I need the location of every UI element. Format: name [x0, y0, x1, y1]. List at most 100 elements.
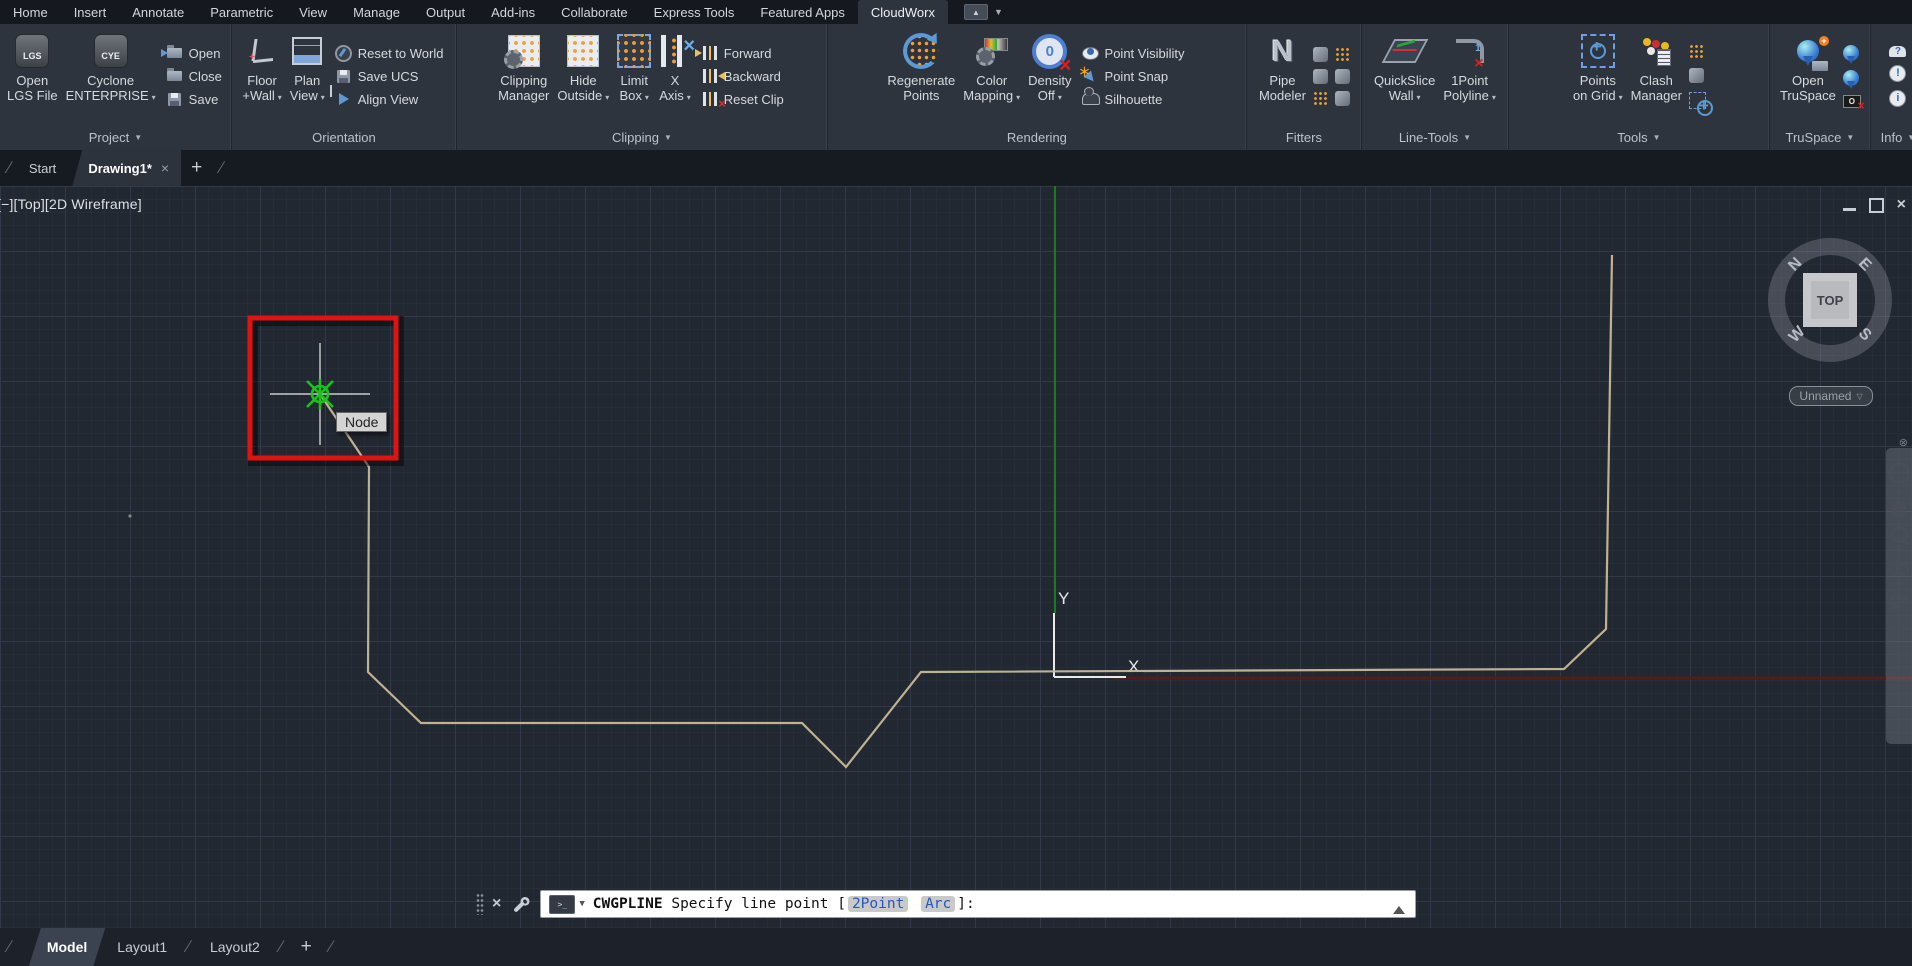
command-option-2point[interactable]: 2Point	[848, 896, 908, 912]
help-icon[interactable]: ?	[1889, 46, 1906, 57]
fitter-pipe-junction-icon[interactable]	[1313, 69, 1328, 84]
navigation-bar[interactable]: ⊗ ⊖	[1886, 448, 1912, 744]
file-tab-drawing1[interactable]: Drawing1* ×	[72, 150, 181, 186]
command-input[interactable]: >_ ▼ CWGPLINE Specify line point [2Point…	[540, 890, 1416, 918]
ribbon-collapse-control[interactable]: ▲ ▼	[964, 0, 1003, 24]
zoom-extents-icon[interactable]	[1891, 526, 1908, 543]
viewcube-top-face[interactable]: TOP	[1803, 273, 1857, 327]
tab-parametric[interactable]: Parametric	[197, 0, 286, 24]
about-icon[interactable]: i	[1889, 90, 1906, 107]
new-drawing-button[interactable]: +	[181, 150, 212, 186]
silhouette-button[interactable]: Silhouette	[1079, 90, 1188, 108]
floor-wall-button[interactable]: + Floor +Wall▾	[239, 27, 284, 125]
chevron-down-icon[interactable]: ▾	[321, 93, 325, 102]
chevron-down-icon[interactable]: ▾	[687, 93, 691, 102]
tools-plane-points-icon[interactable]	[1689, 44, 1704, 59]
color-mapping-button[interactable]: Color Mapping▾	[960, 27, 1023, 125]
point-snap-button[interactable]: Point Snap	[1079, 67, 1188, 85]
project-open-button[interactable]: Open	[163, 44, 225, 62]
quickslice-wall-button[interactable]: QuickSlice Wall▾	[1371, 27, 1438, 125]
chevron-down-icon[interactable]: ▾	[278, 93, 282, 102]
chevron-down-icon[interactable]: ▾	[152, 93, 156, 102]
save-ucs-button[interactable]: Save UCS	[332, 67, 447, 85]
panel-label-tools[interactable]: Tools▼	[1509, 125, 1769, 150]
tools-lighting-icon[interactable]	[1689, 68, 1704, 83]
tab-featured-apps[interactable]: Featured Apps	[747, 0, 858, 24]
density-off-button[interactable]: 0 Density Off▾	[1025, 27, 1074, 125]
clip-backward-button[interactable]: Backward	[698, 67, 787, 85]
tab-cloudworx[interactable]: CloudWorx	[858, 0, 948, 24]
tab-layout1[interactable]: Layout1	[105, 928, 179, 966]
steering-wheel-icon[interactable]	[1888, 462, 1910, 484]
close-command-line-icon[interactable]: ×	[492, 895, 501, 913]
chevron-down-icon[interactable]: ▾	[605, 93, 609, 102]
tab-view[interactable]: View	[286, 0, 340, 24]
clash-manager-button[interactable]: Clash Manager	[1628, 27, 1685, 125]
navbar-close-icon[interactable]: ⊗	[1899, 436, 1908, 449]
close-tab-icon[interactable]: ×	[161, 160, 169, 176]
chevron-down-icon[interactable]: ▾	[1619, 93, 1623, 102]
tab-output[interactable]: Output	[413, 0, 478, 24]
limit-box-button[interactable]: Limit Box▾	[614, 27, 654, 125]
drawing-canvas[interactable]: [−][Top][2D Wireframe] × Y X	[0, 186, 1912, 928]
fitter-cylinder-icon[interactable]	[1313, 47, 1328, 62]
tab-manage[interactable]: Manage	[340, 0, 413, 24]
reset-clip-button[interactable]: Reset Clip	[698, 90, 787, 108]
cyclone-enterprise-button[interactable]: CYE Cyclone ENTERPRISE▾	[63, 27, 159, 125]
tab-annotate[interactable]: Annotate	[119, 0, 197, 24]
file-tab-start[interactable]: Start	[19, 150, 66, 186]
chevron-down-icon[interactable]	[1895, 549, 1903, 558]
chevron-down-icon[interactable]: ▾	[1058, 93, 1062, 102]
points-on-grid-button[interactable]: Points on Grid▾	[1570, 27, 1626, 125]
navbar-collapse-icon[interactable]: ⊖	[1894, 621, 1905, 637]
pan-hand-icon[interactable]	[1892, 505, 1906, 517]
plan-view-button[interactable]: Plan View▾	[287, 27, 328, 125]
chevron-down-icon[interactable]: ▾	[1417, 93, 1421, 102]
chevron-down-icon[interactable]: ▾	[1016, 93, 1020, 102]
fitter-steel-icon[interactable]	[1335, 69, 1350, 84]
recent-commands-icon[interactable]: ▼	[579, 899, 584, 909]
tab-model[interactable]: Model	[29, 928, 105, 966]
panel-label-project[interactable]: Project▼	[0, 125, 231, 150]
hide-outside-button[interactable]: Hide Outside▾	[554, 27, 612, 125]
truspace-camera-off-icon[interactable]: O	[1843, 95, 1861, 108]
new-layout-button[interactable]: +	[291, 928, 322, 966]
truspace-goto-view-icon[interactable]	[1843, 45, 1859, 61]
panel-label-info[interactable]: Info▼	[1871, 125, 1912, 150]
named-view-dropdown[interactable]: Unnamed▽	[1789, 386, 1873, 406]
command-history-expand-icon[interactable]	[1393, 900, 1405, 914]
orbit-icon[interactable]	[1889, 564, 1909, 575]
open-lgs-file-button[interactable]: LGS Open LGS File	[4, 27, 61, 125]
warning-icon[interactable]: !	[1889, 65, 1906, 82]
tab-express-tools[interactable]: Express Tools	[641, 0, 748, 24]
panel-label-line-tools[interactable]: Line-Tools▼	[1362, 125, 1508, 150]
customize-wrench-icon[interactable]	[513, 896, 530, 913]
chevron-down-icon[interactable]	[1895, 490, 1903, 499]
ribbon-collapse-icon[interactable]: ▲	[964, 4, 988, 20]
project-save-button[interactable]: Save	[163, 90, 225, 108]
pipe-modeler-button[interactable]: N Pipe Modeler	[1256, 27, 1309, 125]
panel-label-clipping[interactable]: Clipping▼	[457, 125, 827, 150]
truspace-view-eye-icon[interactable]	[1843, 70, 1859, 86]
point-visibility-button[interactable]: Point Visibility	[1079, 44, 1188, 62]
fitter-beam-icon[interactable]	[1335, 91, 1350, 106]
viewcube[interactable]: N E W S TOP	[1768, 238, 1892, 362]
regenerate-points-button[interactable]: Regenerate Points	[884, 27, 958, 125]
tab-collaborate[interactable]: Collaborate	[548, 0, 641, 24]
fitter-history-icon[interactable]	[1313, 91, 1328, 106]
open-truspace-button[interactable]: + Open TruSpace	[1777, 27, 1839, 125]
tab-layout2[interactable]: Layout2	[198, 928, 272, 966]
drag-handle-icon[interactable]	[476, 893, 484, 915]
clip-forward-button[interactable]: Forward	[698, 44, 787, 62]
one-point-polyline-button[interactable]: 1Point Polyline▾	[1440, 27, 1499, 125]
ribbon-collapse-dropdown-icon[interactable]: ▼	[994, 7, 1003, 17]
reset-to-world-button[interactable]: Reset to World	[332, 44, 447, 62]
fitter-patch-icon[interactable]	[1335, 47, 1350, 62]
chevron-down-icon[interactable]	[1895, 581, 1903, 590]
tab-insert[interactable]: Insert	[61, 0, 120, 24]
project-close-button[interactable]: Close	[163, 67, 225, 85]
panel-label-truspace[interactable]: TruSpace▼	[1770, 125, 1870, 150]
tab-add-ins[interactable]: Add-ins	[478, 0, 548, 24]
show-motion-icon[interactable]	[1891, 596, 1907, 610]
chevron-down-icon[interactable]: ▾	[645, 93, 649, 102]
